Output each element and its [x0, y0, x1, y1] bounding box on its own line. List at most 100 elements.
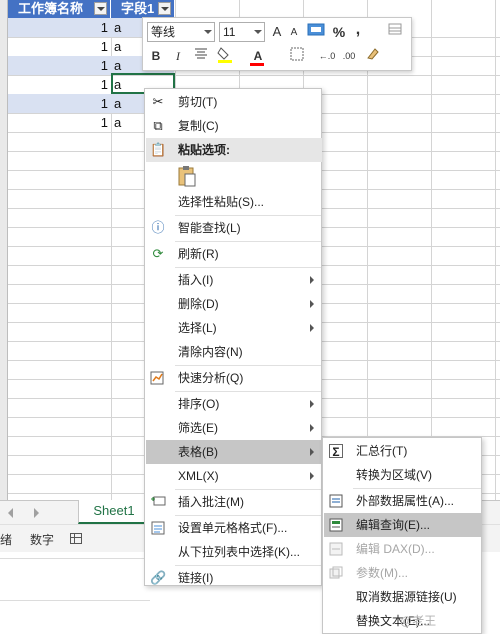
- menu-item-link[interactable]: 🔗 链接(I): [146, 566, 322, 590]
- quick-analysis-icon: [150, 370, 166, 386]
- menu-item-insert[interactable]: 插入(I): [146, 268, 322, 292]
- menu-item-pick-from-list[interactable]: 从下拉列表中选择(K)...: [146, 540, 322, 564]
- menu-item-label: 粘贴选项:: [178, 143, 230, 157]
- copy-icon: ⧉: [153, 118, 163, 133]
- menu-item-format-cells[interactable]: 设置单元格格式(F)...: [146, 516, 322, 540]
- submenu-item-unlink-data-source[interactable]: 取消数据源链接(U): [324, 585, 482, 609]
- mini-toolbar: 等线 11 A A % , B I A ←.0 .00: [142, 17, 412, 71]
- font-size-select[interactable]: 11: [219, 22, 265, 42]
- menu-item-xml[interactable]: XML(X): [146, 464, 322, 488]
- menu-item-label: 链接(I): [178, 571, 214, 585]
- font-size-value: 11: [223, 25, 236, 39]
- chevron-down-icon: [204, 30, 212, 34]
- menu-item-refresh[interactable]: ⟳ 刷新(R): [146, 242, 322, 266]
- scroll-right-icon[interactable]: [34, 508, 39, 518]
- menu-item-copy[interactable]: ⧉ 复制(C): [146, 114, 322, 138]
- menu-item-paste-special[interactable]: 选择性粘贴(S)...: [146, 190, 322, 214]
- comment-icon: [150, 494, 166, 510]
- menu-item-label: 选择(L): [178, 321, 217, 335]
- increase-font-size-icon[interactable]: A: [269, 22, 285, 42]
- cell-workbook-name[interactable]: 1: [8, 18, 110, 37]
- bold-button[interactable]: B: [149, 46, 163, 66]
- menu-item-label: 汇总行(T): [356, 444, 408, 458]
- cell-workbook-name[interactable]: 1: [8, 94, 110, 113]
- row-header-strip[interactable]: [0, 0, 8, 500]
- clipboard-icon: [178, 165, 196, 187]
- submenu-item-external-data-properties[interactable]: 外部数据属性(A)...: [324, 489, 482, 513]
- menu-item-quick-analysis[interactable]: 快速分析(Q): [146, 366, 322, 390]
- submenu-item-convert-to-range[interactable]: 转换为区域(V): [324, 463, 482, 487]
- chevron-right-icon: [310, 276, 314, 284]
- grid-view-icon[interactable]: [70, 533, 82, 544]
- sigma-icon: Σ: [329, 444, 343, 459]
- menu-item-table[interactable]: 表格(B): [146, 440, 322, 464]
- font-color-swatch: [250, 63, 264, 66]
- format-cells-icon: [150, 520, 166, 536]
- italic-button[interactable]: I: [171, 46, 185, 66]
- menu-item-label: 转换为区域(V): [356, 468, 432, 482]
- percent-style-button[interactable]: %: [329, 22, 349, 42]
- increase-decimal-icon[interactable]: ←.0: [317, 46, 337, 66]
- chevron-down-icon: [254, 30, 262, 34]
- menu-item-filter[interactable]: 筛选(E): [146, 416, 322, 440]
- fill-color-icon[interactable]: [215, 46, 237, 66]
- menu-item-label: 剪切(T): [178, 95, 218, 109]
- comma-style-button[interactable]: ,: [351, 20, 365, 40]
- filter-dropdown-button[interactable]: [94, 2, 107, 15]
- submenu-item-edit-dax: 编辑 DAX(D)...: [324, 537, 482, 561]
- menu-item-label: 设置单元格格式(F)...: [178, 521, 288, 535]
- menu-item-label: 筛选(E): [178, 421, 218, 435]
- borders-icon[interactable]: [287, 46, 307, 66]
- cell-workbook-name[interactable]: 1: [8, 75, 110, 94]
- chevron-right-icon: [310, 400, 314, 408]
- status-number-format: 数字: [30, 533, 55, 547]
- menu-item-label: 参数(M)...: [356, 566, 408, 580]
- menu-item-label: 外部数据属性(A)...: [356, 494, 454, 508]
- decrease-font-size-icon[interactable]: A: [287, 23, 301, 43]
- parameters-icon: [329, 566, 343, 580]
- cell-workbook-name[interactable]: 1: [8, 56, 110, 75]
- menu-item-cut[interactable]: ✂ 剪切(T): [146, 90, 322, 114]
- menu-item-label: 从下拉列表中选择(K)...: [178, 545, 300, 559]
- font-name-value: 等线: [151, 25, 176, 39]
- font-name-select[interactable]: 等线: [147, 22, 215, 42]
- header-label: 工作簿名称: [18, 1, 84, 16]
- clear-format-icon[interactable]: [363, 46, 383, 66]
- filter-dropdown-button[interactable]: [158, 2, 171, 15]
- menu-item-label: 复制(C): [178, 119, 219, 133]
- scissors-icon: ✂: [152, 94, 164, 109]
- menu-item-select[interactable]: 选择(L): [146, 316, 322, 340]
- table-submenu: Σ 汇总行(T) 转换为区域(V) 外部数据属性(A)... 编辑查询(E)..…: [322, 437, 482, 634]
- cell-workbook-name[interactable]: 1: [8, 113, 110, 132]
- cell-workbook-name[interactable]: 1: [8, 37, 110, 56]
- chevron-right-icon: [310, 472, 314, 480]
- status-ready: 绪: [0, 533, 13, 547]
- format-painter-icon[interactable]: [385, 22, 405, 42]
- paste-icon: 📋: [150, 142, 167, 157]
- menu-item-clear-contents[interactable]: 清除内容(N): [146, 340, 322, 364]
- menu-item-sort[interactable]: 排序(O): [146, 392, 322, 416]
- font-color-button[interactable]: A: [247, 46, 269, 66]
- menu-item-label: 插入批注(M): [178, 495, 244, 509]
- submenu-item-totals-row[interactable]: Σ 汇总行(T): [324, 439, 482, 463]
- menu-item-label: 表格(B): [178, 445, 218, 459]
- submenu-item-edit-query[interactable]: 编辑查询(E)...: [324, 513, 482, 537]
- menu-item-label: 快速分析(Q): [178, 371, 244, 385]
- watermark-text: @老王: [400, 614, 437, 628]
- accounting-format-icon[interactable]: [305, 22, 327, 42]
- refresh-icon: ⟳: [152, 246, 164, 261]
- paste-option-button[interactable]: [146, 162, 322, 190]
- font-color-glyph: A: [253, 49, 263, 63]
- link-icon: 🔗: [150, 570, 167, 585]
- header-label: 字段1: [121, 1, 155, 16]
- scroll-left-icon[interactable]: [8, 508, 13, 518]
- submenu-item-parameters: 参数(M)...: [324, 561, 482, 585]
- menu-item-label: 选择性粘贴(S)...: [178, 195, 264, 209]
- properties-icon: [329, 494, 343, 508]
- sheet-tab-sheet1[interactable]: Sheet1: [78, 500, 150, 524]
- decrease-decimal-icon[interactable]: .00: [339, 46, 359, 66]
- align-center-icon[interactable]: [193, 46, 209, 66]
- menu-item-insert-comment[interactable]: 插入批注(M): [146, 490, 322, 514]
- menu-item-smart-lookup[interactable]: ⓘ 智能查找(L): [146, 216, 322, 240]
- menu-item-delete[interactable]: 删除(D): [146, 292, 322, 316]
